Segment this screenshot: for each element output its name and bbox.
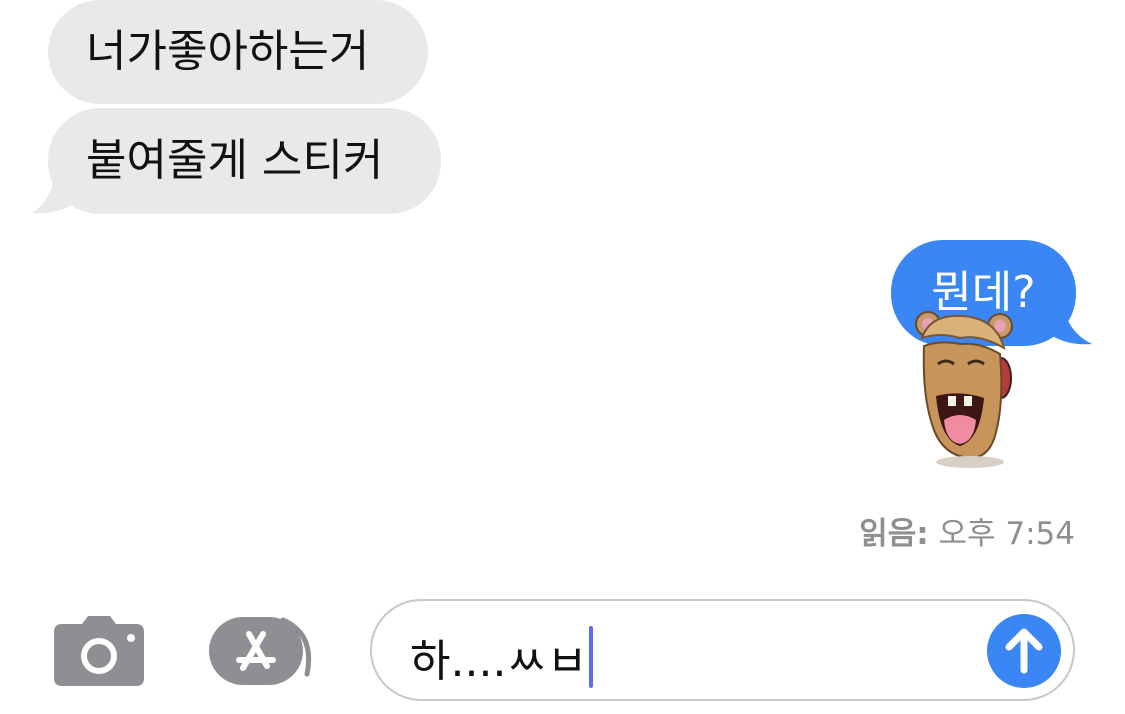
app-store-icon[interactable] [205, 614, 325, 688]
arrow-up-icon[interactable] [987, 614, 1061, 688]
message-text: 너가좋아하는거 [86, 26, 370, 77]
draft-text: 하....ㅆㅂ [410, 636, 588, 687]
incoming-message[interactable]: 너가좋아하는거 [48, 0, 428, 104]
read-receipt-label: 읽음: [859, 516, 929, 552]
read-receipt: 읽음: 오후 7:54 [859, 508, 1075, 553]
read-receipt-time: 오후 7:54 [938, 516, 1075, 552]
draft-text-wrapper: 하....ㅆㅂ [410, 625, 594, 689]
message-text: 붙여줄게 스티커 [86, 135, 384, 186]
text-caret [589, 626, 594, 688]
laughing-face-sticker[interactable] [900, 308, 1020, 470]
incoming-message[interactable]: 붙여줄게 스티커 [48, 108, 441, 214]
message-input[interactable]: 하....ㅆㅂ [370, 599, 1075, 701]
camera-icon[interactable] [52, 614, 146, 688]
